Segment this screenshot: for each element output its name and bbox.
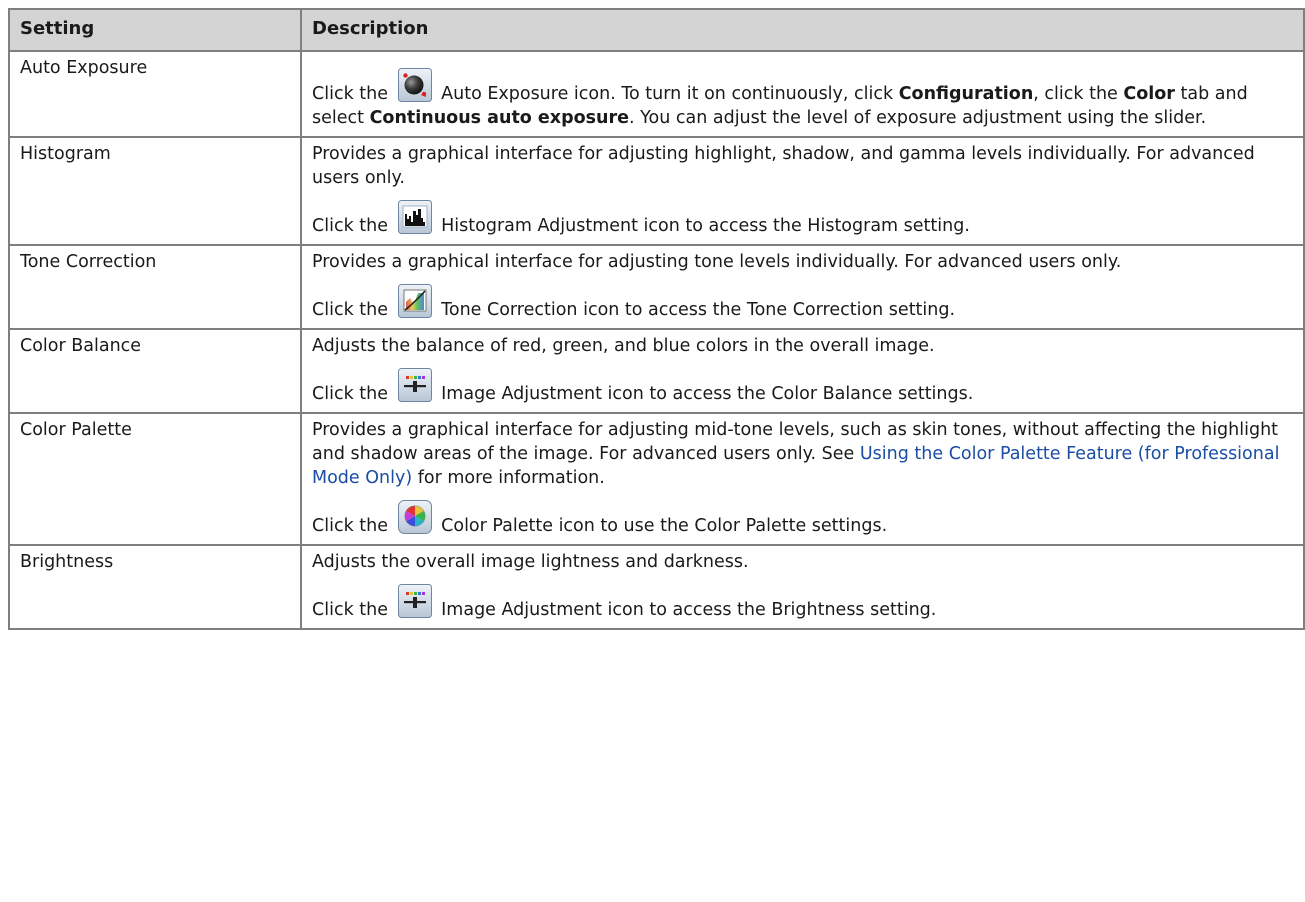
histogram-icon[interactable]: [397, 200, 432, 234]
image-adjustment-icon[interactable]: [397, 368, 432, 402]
color-tab-label: Color: [1123, 84, 1175, 104]
setting-name: Tone Correction: [8, 244, 302, 330]
tone-correction-icon[interactable]: [397, 284, 432, 318]
description-text: Image Adjustment icon to access the Colo…: [441, 384, 974, 404]
description-cell: Provides a graphical interface for adjus…: [300, 136, 1305, 246]
setting-name: Color Balance: [8, 328, 302, 414]
description-text: Click the: [312, 216, 388, 236]
description-paragraph: Click the Auto Exposure icon. To turn it…: [312, 68, 1293, 130]
table-row: Histogram Provides a graphical interface…: [8, 136, 1305, 246]
table-row: Color Palette Provides a graphical inter…: [8, 412, 1305, 546]
setting-name: Histogram: [8, 136, 302, 246]
image-adjustment-icon[interactable]: [397, 584, 432, 618]
table-row: Tone Correction Provides a graphical int…: [8, 244, 1305, 330]
description-text: Image Adjustment icon to access the Brig…: [441, 600, 937, 620]
setting-name: Color Palette: [8, 412, 302, 546]
table-header-row: Setting Description: [8, 8, 1305, 52]
table-row: Auto Exposure Click the Auto Exposure ic…: [8, 50, 1305, 138]
description-text: Histogram Adjustment icon to access the …: [441, 216, 970, 236]
description-text: Click the: [312, 84, 388, 104]
description-cell: Provides a graphical interface for adjus…: [300, 244, 1305, 330]
description-text: for more information.: [417, 468, 605, 488]
description-paragraph: Click the Image Adjustment icon to acces…: [312, 584, 1293, 622]
description-paragraph: Adjusts the balance of red, green, and b…: [312, 336, 935, 356]
description-paragraph: Click the Image Adjustment icon to acces…: [312, 368, 1293, 406]
table-row: Brightness Adjusts the overall image lig…: [8, 544, 1305, 630]
description-text: Click the: [312, 300, 388, 320]
description-text: Auto Exposure icon. To turn it on contin…: [441, 84, 894, 104]
description-paragraph: Click the Tone Correction icon to access…: [312, 284, 1293, 322]
description-text: Click the: [312, 384, 388, 404]
description-text: , click the: [1033, 84, 1118, 104]
description-paragraph: Provides a graphical interface for adjus…: [312, 144, 1255, 188]
setting-name: Auto Exposure: [8, 50, 302, 138]
setting-name: Brightness: [8, 544, 302, 630]
configuration-label: Configuration: [898, 84, 1034, 104]
description-text: . You can adjust the level of exposure a…: [629, 108, 1207, 128]
settings-table: Setting Description Auto Exposure Click …: [8, 8, 1305, 630]
auto-exposure-icon[interactable]: [397, 68, 432, 102]
description-text: Click the: [312, 600, 388, 620]
description-paragraph: Click the Color Palette icon to use the …: [312, 500, 1293, 538]
description-paragraph: Provides a graphical interface for adjus…: [312, 252, 1122, 272]
description-text: Click the: [312, 516, 388, 536]
description-column-header: Description: [300, 8, 1305, 52]
description-cell: Adjusts the overall image lightness and …: [300, 544, 1305, 630]
description-paragraph: Click the Histogram Adjustment icon to a…: [312, 200, 1293, 238]
description-cell: Adjusts the balance of red, green, and b…: [300, 328, 1305, 414]
description-cell: Click the Auto Exposure icon. To turn it…: [300, 50, 1305, 138]
table-row: Color Balance Adjusts the balance of red…: [8, 328, 1305, 414]
description-paragraph: Provides a graphical interface for adjus…: [312, 418, 1293, 490]
description-text: Color Palette icon to use the Color Pale…: [441, 516, 888, 536]
color-palette-icon[interactable]: [397, 500, 432, 534]
description-text: Tone Correction icon to access the Tone …: [441, 300, 956, 320]
description-paragraph: Adjusts the overall image lightness and …: [312, 552, 749, 572]
continuous-auto-exposure-label: Continuous auto exposure: [369, 108, 630, 128]
setting-column-header: Setting: [8, 8, 302, 52]
description-cell: Provides a graphical interface for adjus…: [300, 412, 1305, 546]
